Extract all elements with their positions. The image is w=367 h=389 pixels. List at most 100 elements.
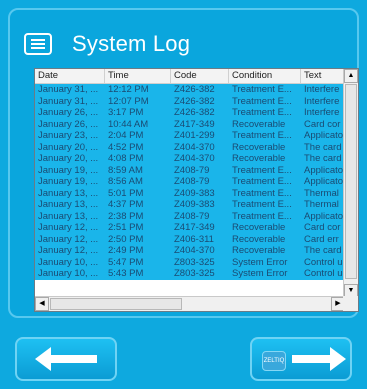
table-row[interactable]: January 13, ... 5:01 PM Z409-383 Treatment … — [35, 188, 345, 200]
scroll-left-button[interactable]: ◀ — [35, 297, 49, 311]
table-row[interactable]: January 12, ... 2:51 PM Z417-349 Recoverabl… — [35, 222, 345, 234]
cell-text: Card cor — [304, 222, 341, 233]
system-log-panel: System Log Date Time Code Condition Text… — [8, 8, 359, 318]
cell-text: Interfere — [304, 95, 340, 107]
table-row[interactable]: January 12, ... 2:50 PM Z406-311 Recoverabl… — [35, 234, 345, 246]
vertical-scrollbar[interactable]: ▲ ▼ — [343, 69, 358, 298]
cell-condition: Recoverable — [232, 245, 286, 256]
cell-text: Thermal — [304, 187, 339, 199]
cell-text: The card — [304, 245, 342, 256]
cell-time: 5:01 PM — [108, 187, 144, 199]
cell-time: 3:17 PM — [108, 107, 144, 118]
cell-text: Applicato — [304, 176, 344, 187]
brand-logo: ZELTIQ — [262, 351, 286, 371]
cell-text: Applicato — [304, 210, 344, 222]
cell-text: Card err — [304, 233, 339, 245]
cell-text: Card cor — [304, 118, 341, 130]
table-row[interactable]: January 10, ... 5:43 PM Z803-325 System Err… — [35, 268, 345, 280]
table-row[interactable]: January 13, ... 4:37 PM Z409-383 Treatment … — [35, 199, 345, 211]
cell-date: January 12, ... — [38, 222, 99, 233]
cell-condition: Recoverable — [232, 233, 286, 245]
cell-condition: Treatment E... — [232, 107, 292, 118]
vertical-scroll-thumb[interactable] — [345, 84, 357, 279]
column-header-row: Date Time Code Condition Text — [35, 69, 345, 84]
cell-text: Applicato — [304, 130, 344, 141]
horizontal-scrollbar[interactable]: ◀ ▶ — [35, 296, 345, 311]
table-row[interactable]: January 12, ... 2:49 PM Z404-370 Recoverabl… — [35, 245, 345, 257]
cell-time: 4:52 PM — [108, 141, 144, 153]
table-row[interactable]: January 23, ... 2:04 PM Z401-299 Treatment … — [35, 130, 345, 142]
table-row[interactable]: January 26, ... 10:44 AM Z417-349 Recoverab… — [35, 119, 345, 131]
cell-code: Z401-299 — [174, 130, 215, 141]
column-header-code[interactable]: Code — [171, 69, 229, 83]
cell-code: Z404-370 — [174, 153, 215, 164]
arrow-right-icon — [292, 347, 346, 371]
cell-date: January 31, ... — [38, 84, 99, 95]
next-button[interactable]: ZELTIQ — [250, 337, 352, 381]
cell-time: 2:50 PM — [108, 233, 144, 245]
table-row[interactable]: January 31, ... 12:07 PM Z426-382 Treatment… — [35, 96, 345, 108]
cell-condition: Treatment E... — [232, 210, 292, 222]
cell-code: Z408-79 — [174, 176, 210, 187]
horizontal-scroll-thumb[interactable] — [50, 298, 182, 310]
cell-time: 10:44 AM — [108, 118, 149, 130]
cell-condition: Recoverable — [232, 153, 286, 164]
cell-condition: Treatment E... — [232, 95, 292, 107]
cell-text: Interfere — [304, 107, 340, 118]
cell-time: 2:38 PM — [108, 210, 144, 222]
cell-time: 2:49 PM — [108, 245, 144, 256]
cell-time: 8:56 AM — [108, 176, 143, 187]
cell-date: January 19, ... — [38, 164, 99, 176]
cell-date: January 13, ... — [38, 210, 99, 222]
cell-date: January 19, ... — [38, 176, 99, 187]
table-row[interactable]: January 20, ... 4:08 PM Z404-370 Recoverabl… — [35, 153, 345, 165]
cell-code: Z408-79 — [174, 210, 210, 222]
cell-text: The card — [304, 141, 342, 153]
scroll-up-button[interactable]: ▲ — [344, 69, 358, 83]
cell-code: Z404-370 — [174, 141, 215, 153]
column-header-condition[interactable]: Condition — [229, 69, 301, 83]
cell-code: Z426-382 — [174, 107, 215, 118]
table-row[interactable]: January 19, ... 8:59 AM Z408-79 Treatment E… — [35, 165, 345, 177]
cell-code: Z408-79 — [174, 164, 210, 176]
cell-time: 12:12 PM — [108, 84, 149, 95]
cell-time: 2:51 PM — [108, 222, 144, 233]
cell-text: Control u — [304, 268, 343, 279]
table-row[interactable]: January 13, ... 2:38 PM Z408-79 Treatment E… — [35, 211, 345, 223]
arrow-left-icon — [35, 347, 97, 371]
cell-code: Z409-383 — [174, 199, 215, 210]
back-button[interactable] — [15, 337, 117, 381]
cell-code: Z426-382 — [174, 95, 215, 107]
cell-time: 8:59 AM — [108, 164, 143, 176]
cell-date: January 20, ... — [38, 153, 99, 164]
cell-date: January 20, ... — [38, 141, 99, 153]
table-row[interactable]: January 26, ... 3:17 PM Z426-382 Treatment … — [35, 107, 345, 119]
cell-condition: Recoverable — [232, 118, 286, 130]
cell-date: January 26, ... — [38, 107, 99, 118]
table-row[interactable]: January 19, ... 8:56 AM Z408-79 Treatment E… — [35, 176, 345, 188]
cell-date: January 13, ... — [38, 199, 99, 210]
cell-condition: System Error — [232, 256, 288, 268]
cell-text: Thermal — [304, 199, 339, 210]
table-row[interactable]: January 31, ... 12:12 PM Z426-382 Treatment… — [35, 84, 345, 96]
cell-condition: Treatment E... — [232, 199, 292, 210]
cell-condition: Treatment E... — [232, 84, 292, 95]
table-row[interactable]: January 10, ... 5:47 PM Z803-325 System Err… — [35, 257, 345, 269]
cell-date: January 12, ... — [38, 233, 99, 245]
table-row[interactable]: January 20, ... 4:52 PM Z404-370 Recoverabl… — [35, 142, 345, 154]
cell-date: January 10, ... — [38, 268, 99, 279]
column-header-date[interactable]: Date — [35, 69, 105, 83]
cell-date: January 26, ... — [38, 118, 99, 130]
cell-condition: Recoverable — [232, 141, 286, 153]
column-header-text[interactable]: Text — [301, 69, 345, 83]
cell-code: Z426-382 — [174, 84, 215, 95]
log-list-view[interactable]: Date Time Code Condition Text January 31… — [34, 68, 359, 312]
cell-time: 5:47 PM — [108, 256, 144, 268]
cell-code: Z417-349 — [174, 222, 215, 233]
cell-condition: Treatment E... — [232, 130, 292, 141]
cell-code: Z406-311 — [174, 233, 214, 245]
cell-date: January 10, ... — [38, 256, 99, 268]
cell-text: The card — [304, 153, 342, 164]
column-header-time[interactable]: Time — [105, 69, 171, 83]
cell-time: 4:08 PM — [108, 153, 144, 164]
